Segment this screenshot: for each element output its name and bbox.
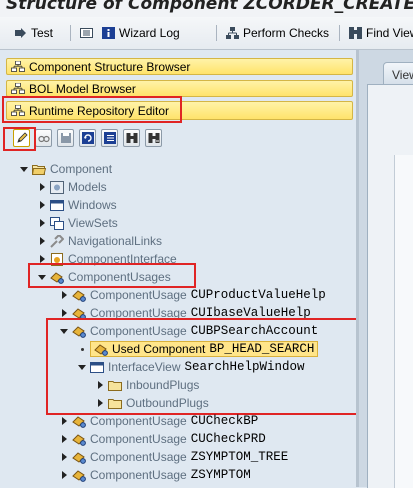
expand-toggle[interactable] [38,201,46,209]
accordion-bol-model-browser[interactable]: BOL Model Browser [6,80,353,97]
hierarchy-icon [11,105,25,116]
tree-node-viewsets[interactable]: ViewSets [38,214,118,232]
tree-node-inbound-plugs[interactable]: InboundPlugs [96,376,199,394]
editor-inner-frame [394,155,413,488]
layout-icon [80,28,93,38]
binoculars-next-icon [148,133,159,143]
tree-node-used-component[interactable]: Used Component BP_HEAD_SEARCH [78,340,319,358]
binoculars-icon [126,133,137,143]
tree-node-component-usage[interactable]: ComponentUsage CUProductValueHelp [60,286,326,304]
expand-toggle[interactable] [60,417,68,425]
expand-toggle[interactable] [60,435,68,443]
component-usage-icon [50,271,64,284]
expand-toggle[interactable] [60,471,68,479]
tree-node-component-interface[interactable]: ComponentInterface [38,250,177,268]
repository-editor-toolbar [3,127,353,151]
hierarchy-icon [11,83,25,94]
toolbar-separator [216,25,217,41]
expand-toggle[interactable] [38,237,46,245]
expand-toggle[interactable] [38,255,46,263]
tree-node-interface-view[interactable]: InterfaceView SearchHelpWindow [78,358,305,376]
find-icon [349,27,362,39]
tree-node-models[interactable]: Models [38,178,107,196]
component-usage-icon [72,415,86,428]
expand-toggle[interactable] [60,453,68,461]
pencil-icon [16,132,28,143]
expand-toggle[interactable] [38,219,46,227]
component-usage-icon [94,343,108,356]
list-icon [103,132,116,144]
list-button[interactable] [101,129,118,147]
tree-node-component-usage-bpsearch[interactable]: ComponentUsage CUBPSearchAccount [60,322,318,340]
window-icon [50,199,64,211]
selected-node-highlight: Used Component BP_HEAD_SEARCH [90,341,319,357]
tree-node-component-usages[interactable]: ComponentUsages [38,268,171,286]
tree-node-component-usage[interactable]: ComponentUsage CUCheckPRD [60,430,266,448]
editor-frame [367,84,413,488]
test-icon [15,28,26,38]
tree-node-windows[interactable]: Windows [38,196,117,214]
collapse-toggle[interactable] [78,363,86,371]
save-button[interactable] [57,129,74,147]
window-title: Structure of Component ZCORDER_CREATE - … [6,0,413,14]
viewset-icon [50,216,64,230]
model-icon [50,180,64,194]
expand-toggle[interactable] [38,183,46,191]
save-icon [60,133,71,143]
component-usage-icon [72,469,86,482]
right-pane: View [359,50,413,488]
folder-open-icon [32,164,46,175]
tree-node-component-usage[interactable]: ComponentUsage CUIbaseValueHelp [60,304,311,322]
toolbar-separator [70,25,71,41]
expand-toggle[interactable] [60,309,68,317]
component-usage-icon [72,325,86,338]
perform-checks-button[interactable]: Perform Checks [226,25,329,41]
expand-toggle[interactable] [96,381,104,389]
collapse-toggle[interactable] [20,165,28,173]
collapse-toggle[interactable] [38,273,46,281]
window-icon [90,361,104,373]
tree-node-component-usage[interactable]: ComponentUsage ZSYMPTOM [60,466,251,484]
accordion-runtime-repository-editor[interactable]: Runtime Repository Editor [6,101,353,120]
window-title-bar: Structure of Component ZCORDER_CREATE - … [0,0,413,17]
hierarchy-icon [11,61,25,72]
collapse-toggle[interactable] [60,327,68,335]
component-usage-icon [72,451,86,464]
component-usage-icon [72,433,86,446]
leaf-marker [78,345,86,353]
layout-button[interactable] [80,25,93,41]
test-button[interactable]: Test [14,25,53,41]
component-tree: Component Models Windows ViewSets Naviga… [10,152,364,487]
link-icon [50,234,64,248]
toolbar-separator [339,25,340,41]
hierarchy-icon [226,27,239,39]
expand-toggle[interactable] [60,291,68,299]
find-button[interactable] [123,129,140,147]
glasses-icon [37,135,50,143]
tree-node-component[interactable]: Component [20,160,112,178]
folder-icon [108,398,122,409]
edit-mode-button[interactable] [13,129,30,147]
find-view-button[interactable]: Find View [349,25,413,41]
accordion-component-structure-browser[interactable]: Component Structure Browser [6,58,353,75]
tree-node-component-usage[interactable]: ComponentUsage ZSYMPTOM_TREE [60,448,288,466]
component-usage-icon [72,289,86,302]
display-button[interactable] [35,129,52,147]
tree-node-component-usage[interactable]: ComponentUsage CUCheckBP [60,412,258,430]
info-icon [102,27,115,39]
refresh-icon [81,132,94,144]
expand-toggle[interactable] [96,399,104,407]
interface-icon [51,252,63,266]
tree-node-navigational-links[interactable]: NavigationalLinks [38,232,162,250]
component-usage-icon [72,307,86,320]
wizard-log-button[interactable]: Wizard Log [102,25,180,41]
application-toolbar: Test Wizard Log Perform Checks Find Vie [0,17,413,50]
tree-node-outbound-plugs[interactable]: OutboundPlugs [96,394,209,412]
refresh-button[interactable] [79,129,96,147]
folder-icon [108,380,122,391]
tab-view[interactable]: View [383,62,413,84]
find-next-button[interactable] [145,129,162,147]
